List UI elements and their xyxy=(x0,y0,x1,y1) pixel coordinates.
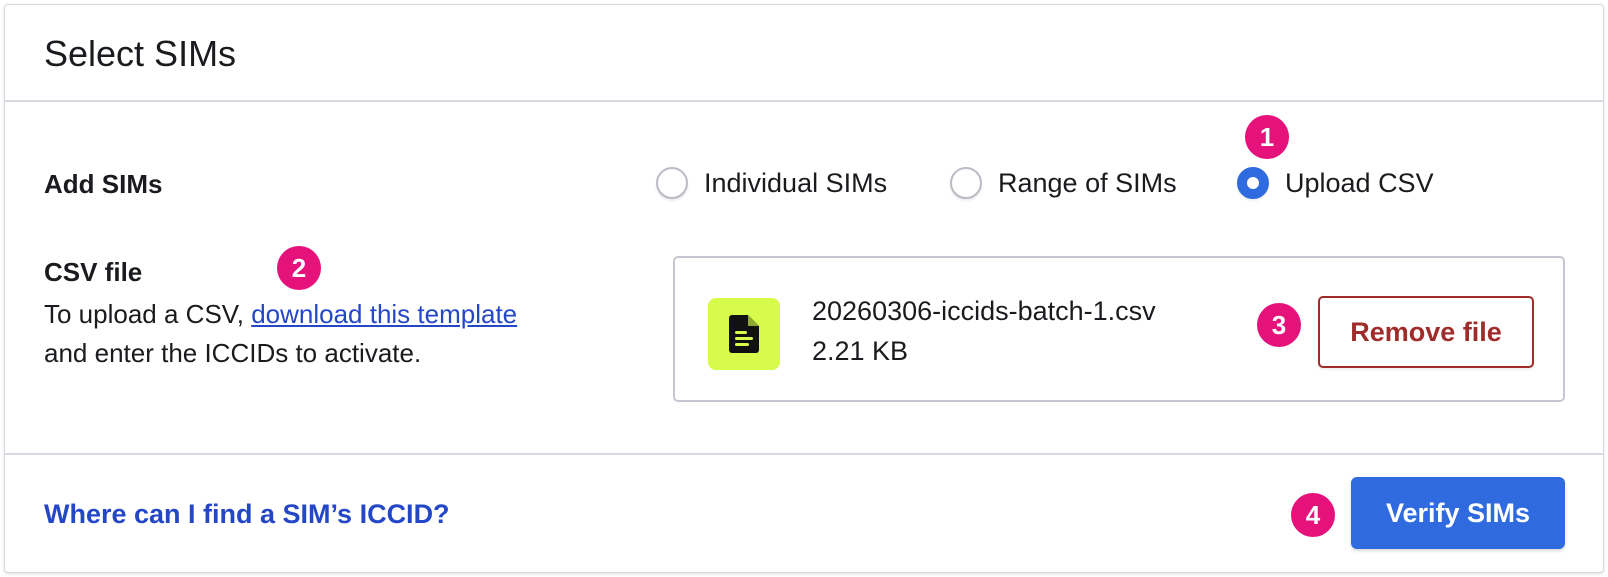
card-header: Select SIMs xyxy=(5,5,1603,102)
help-text-suffix: and enter the ICCIDs to activate. xyxy=(44,338,422,368)
document-icon xyxy=(708,298,780,370)
select-sims-card: Select SIMs Add SIMs Individual SIMs Ran… xyxy=(4,4,1604,573)
radio-label: Individual SIMs xyxy=(704,167,888,198)
download-template-link[interactable]: download this template xyxy=(251,299,517,329)
radio-button-selected[interactable] xyxy=(1237,167,1269,199)
remove-file-button[interactable]: Remove file xyxy=(1318,296,1534,368)
verify-sims-button[interactable]: Verify SIMs xyxy=(1351,477,1565,549)
radio-individual-sims[interactable]: Individual SIMs xyxy=(656,167,887,199)
footer-divider xyxy=(5,453,1603,455)
file-name: 20260306-iccids-batch-1.csv xyxy=(812,296,1156,326)
radio-label: Upload CSV xyxy=(1285,167,1434,198)
uploaded-file-box: 20260306-iccids-batch-1.csv 2.21 KB Remo… xyxy=(673,256,1565,402)
radio-button[interactable] xyxy=(656,167,688,199)
help-text-prefix: To upload a CSV, xyxy=(44,299,252,329)
radio-button[interactable] xyxy=(950,167,982,199)
page-title: Select SIMs xyxy=(44,33,237,74)
step-badge-1: 1 xyxy=(1245,115,1289,159)
step-badge-2: 2 xyxy=(277,246,321,290)
add-sims-label: Add SIMs xyxy=(44,169,163,199)
radio-range-of-sims[interactable]: Range of SIMs xyxy=(950,167,1177,199)
radio-upload-csv[interactable]: Upload CSV xyxy=(1237,167,1434,199)
find-iccid-help-link[interactable]: Where can I find a SIM’s ICCID? xyxy=(44,499,450,530)
csv-file-label: CSV file xyxy=(44,257,143,287)
radio-label: Range of SIMs xyxy=(998,167,1177,198)
step-badge-3: 3 xyxy=(1257,303,1301,347)
csv-help-text: To upload a CSV, download this template … xyxy=(44,295,604,373)
file-size: 2.21 KB xyxy=(812,336,909,366)
step-badge-4: 4 xyxy=(1291,493,1335,537)
